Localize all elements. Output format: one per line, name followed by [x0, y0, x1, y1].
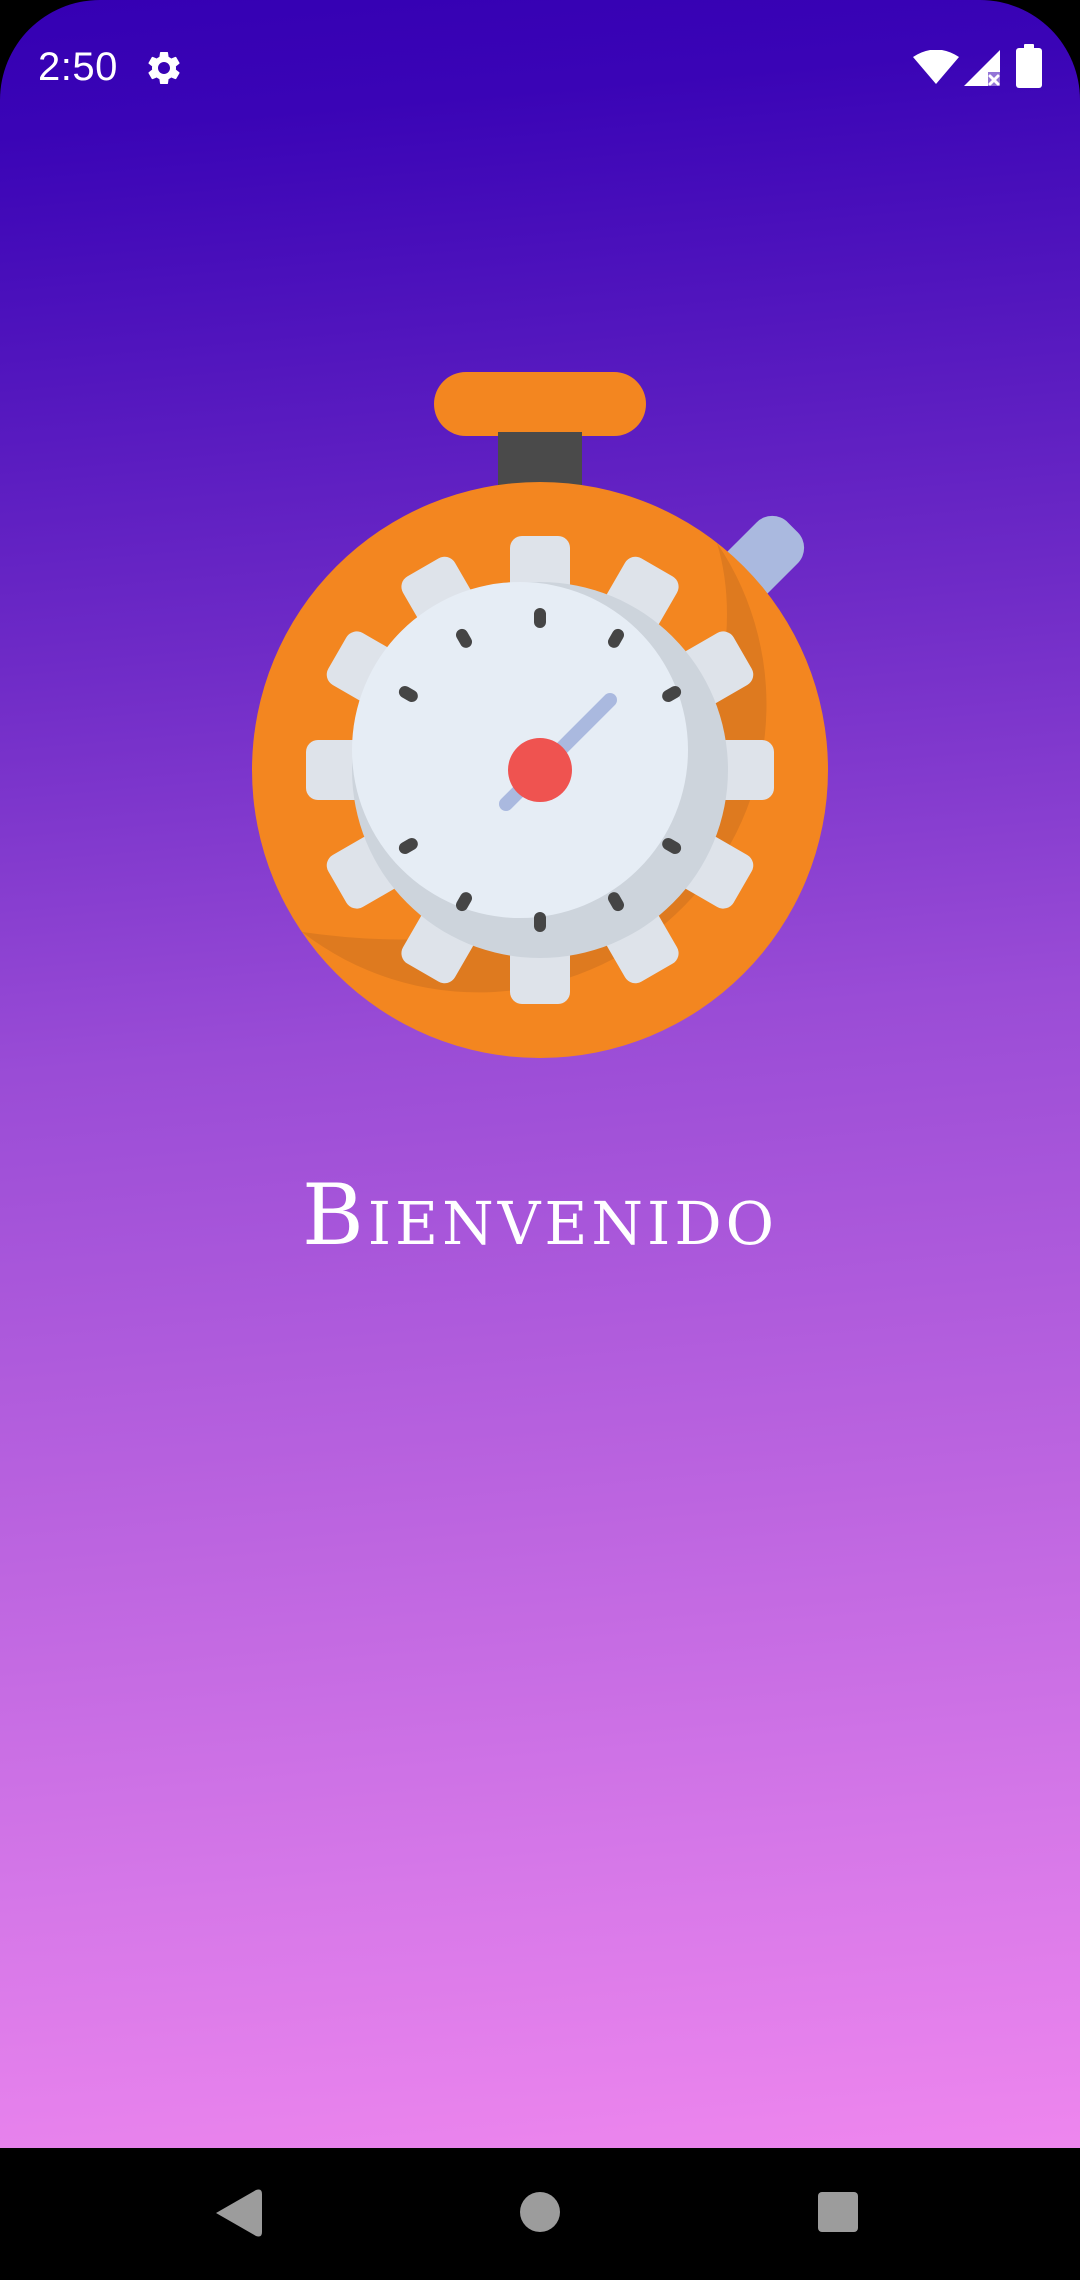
phone-frame: 2:50 Bienvenido	[0, 0, 1080, 2280]
home-button[interactable]	[520, 2192, 560, 2232]
wifi-icon	[913, 50, 959, 84]
gear-icon	[148, 51, 180, 84]
status-bar: 2:50	[0, 0, 1080, 140]
status-time: 2:50	[38, 45, 118, 89]
stopwatch-icon	[252, 372, 828, 1058]
navigation-bar	[0, 2148, 1080, 2280]
splash-screen: 2:50 Bienvenido	[0, 0, 1080, 2148]
recents-button[interactable]	[818, 2192, 858, 2232]
battery-icon	[1016, 44, 1042, 88]
welcome-title: Bienvenido	[301, 1166, 778, 1264]
cell-signal-no-service-icon	[964, 50, 1000, 86]
back-button[interactable]	[216, 2188, 262, 2238]
